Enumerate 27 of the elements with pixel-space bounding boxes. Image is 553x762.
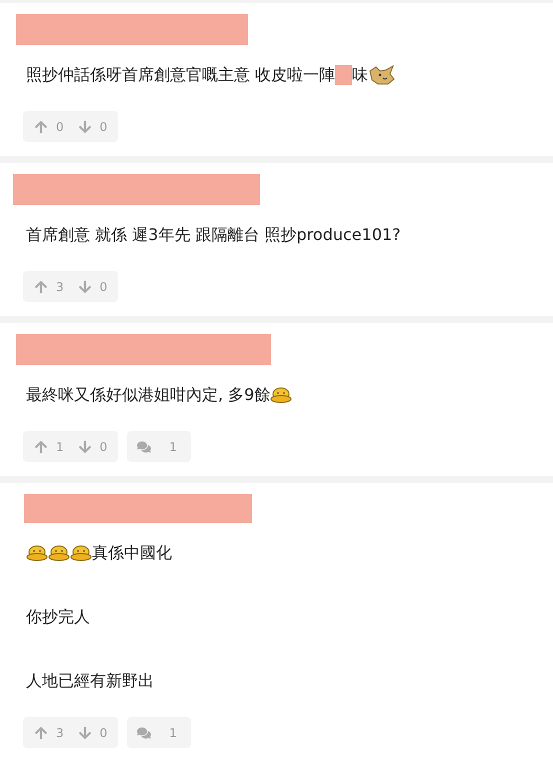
arrow-down-icon — [78, 726, 92, 740]
arrow-down-icon — [78, 440, 92, 454]
arrow-up-icon — [34, 120, 48, 134]
comments-icon — [137, 726, 152, 740]
arrow-up-icon — [34, 726, 48, 740]
upvote-button[interactable]: 3 — [34, 726, 64, 740]
downvote-button[interactable]: 0 — [78, 440, 108, 454]
upvote-button[interactable]: 3 — [34, 280, 64, 294]
arrow-down-icon — [78, 280, 92, 294]
comment-text: 真係中國化 — [92, 542, 172, 564]
upvote-button[interactable]: 1 — [34, 440, 64, 454]
comment-text: 最終咪又係好似港姐咁內定, 多9餘 — [26, 384, 270, 406]
arrow-up-icon — [34, 440, 48, 454]
upvote-button[interactable]: 0 — [34, 120, 64, 134]
arrow-down-icon — [78, 120, 92, 134]
downvote-button[interactable]: 0 — [78, 280, 108, 294]
comment-text: 味 — [352, 64, 368, 86]
comment-text: 你抄完人 — [26, 606, 90, 628]
comments-icon — [137, 440, 152, 454]
comment-text: 照抄仲話係呀首席創意官嘅主意 收皮啦一陣 — [26, 64, 336, 86]
arrow-up-icon — [34, 280, 48, 294]
downvote-button[interactable]: 0 — [78, 726, 108, 740]
comment-text: 人地已經有新野出 — [26, 670, 154, 692]
downvote-button[interactable]: 0 — [78, 120, 108, 134]
comment-text: 首席創意 就係 遲3年先 跟隔離台 照抄produce101? — [26, 224, 401, 246]
replies-button[interactable]: 1 — [127, 717, 191, 748]
replies-button[interactable]: 1 — [127, 431, 191, 462]
